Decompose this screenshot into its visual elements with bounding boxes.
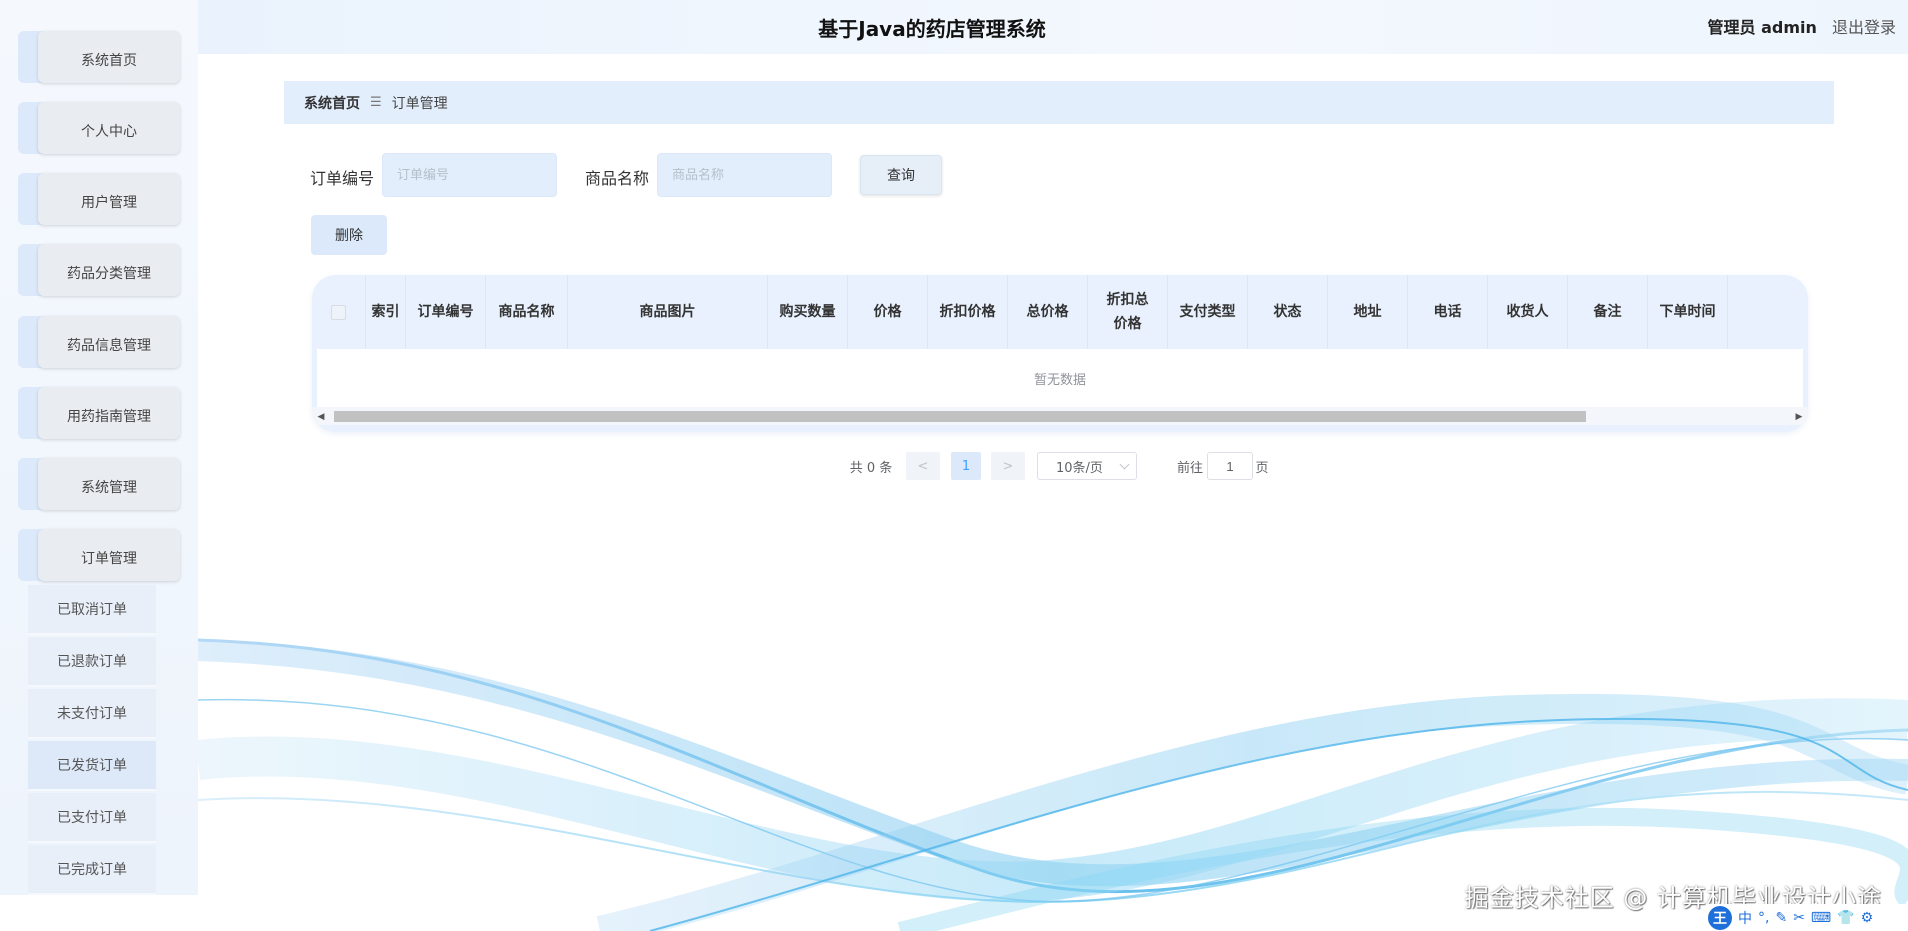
sidebar-item-label: 系统首页 xyxy=(38,31,180,83)
user-area: 管理员 admin 退出登录 xyxy=(1708,14,1896,38)
order-no-label: 订单编号 xyxy=(310,169,375,188)
column-header-order-no[interactable]: 订单编号 xyxy=(406,275,486,349)
sidebar-item-label: 用药指南管理 xyxy=(38,387,180,439)
app-title: 基于Java的药店管理系统 xyxy=(818,17,1046,41)
select-all-cell xyxy=(312,275,366,349)
page-number-current[interactable]: 1 xyxy=(951,452,981,480)
settings-icon[interactable]: ⚙ xyxy=(1861,910,1874,926)
goto-label: 前往 xyxy=(1176,460,1203,476)
query-button[interactable]: 查询 xyxy=(860,155,942,195)
shirt-icon[interactable]: 👕 xyxy=(1837,910,1854,926)
page-suffix: 页 xyxy=(1255,460,1269,476)
sidebar-item-label: 订单管理 xyxy=(38,529,180,581)
column-header-order-time[interactable]: 下单时间 xyxy=(1648,275,1728,349)
logout-link[interactable]: 退出登录 xyxy=(1832,18,1896,37)
column-header-product-name[interactable]: 商品名称 xyxy=(486,275,568,349)
scroll-left-icon[interactable]: ◀ xyxy=(314,407,328,425)
column-header-remark[interactable]: 备注 xyxy=(1568,275,1648,349)
sidebar-item-label: 系统管理 xyxy=(38,458,180,510)
breadcrumb-separator-icon: ☰ xyxy=(370,95,382,110)
orders-table: 索引 订单编号 商品名称 商品图片 购买数量 价格 折扣价格 总价格 折扣总价格… xyxy=(312,275,1808,432)
column-header-product-image[interactable]: 商品图片 xyxy=(568,275,768,349)
breadcrumb-home[interactable]: 系统首页 xyxy=(304,93,360,113)
pen-icon[interactable]: ✎ xyxy=(1775,910,1787,926)
sidebar-item-orders[interactable]: 订单管理 xyxy=(18,529,180,581)
column-header-receiver[interactable]: 收货人 xyxy=(1488,275,1568,349)
ime-mode-toggle[interactable]: 中 xyxy=(1738,908,1752,928)
column-header-total-price[interactable]: 总价格 xyxy=(1008,275,1088,349)
delete-button[interactable]: 删除 xyxy=(311,215,387,255)
pagination-total: 共 0 条 xyxy=(849,460,893,476)
scissors-icon[interactable]: ✂ xyxy=(1793,910,1805,926)
sidebar-item-user-management[interactable]: 用户管理 xyxy=(18,173,180,225)
submenu-cancelled-orders[interactable]: 已取消订单 xyxy=(28,585,156,635)
breadcrumb: 系统首页 ☰ 订单管理 xyxy=(284,81,1834,124)
sidebar-item-medication-guide[interactable]: 用药指南管理 xyxy=(18,387,180,439)
keyboard-icon[interactable]: ⌨ xyxy=(1811,910,1831,926)
column-header-discount-price[interactable]: 折扣价格 xyxy=(928,275,1008,349)
submenu-unpaid-orders[interactable]: 未支付订单 xyxy=(28,689,156,739)
breadcrumb-current: 订单管理 xyxy=(391,95,448,112)
ime-toolbar: 王 中 °, ✎ ✂ ⌨ 👕 ⚙ xyxy=(1706,904,1908,931)
page-size-select[interactable]: 10条/页 xyxy=(1037,452,1137,480)
scroll-right-icon[interactable]: ▶ xyxy=(1792,407,1806,425)
page-size-value: 10条/页 xyxy=(1056,460,1103,476)
column-header-price[interactable]: 价格 xyxy=(848,275,928,349)
sidebar-item-label: 药品分类管理 xyxy=(38,244,180,296)
sidebar-item-personal-center[interactable]: 个人中心 xyxy=(18,102,180,154)
order-no-input[interactable] xyxy=(382,153,557,197)
sidebar: 系统首页 个人中心 用户管理 药品分类管理 药品信息管理 用药指南管理 系统管理… xyxy=(0,0,198,895)
table-body: 暂无数据 xyxy=(317,349,1803,407)
punctuation-icon[interactable]: °, xyxy=(1758,910,1769,926)
submenu-shipped-orders[interactable]: 已发货订单 xyxy=(28,741,156,791)
ime-logo[interactable]: 王 xyxy=(1708,905,1732,930)
column-header-discount-total[interactable]: 折扣总价格 xyxy=(1088,275,1168,349)
sidebar-item-drug-info[interactable]: 药品信息管理 xyxy=(18,316,180,368)
scrollbar-thumb[interactable] xyxy=(334,411,1586,422)
empty-placeholder: 暂无数据 xyxy=(1033,372,1086,388)
goto-page-input[interactable] xyxy=(1207,452,1253,480)
table-header: 索引 订单编号 商品名称 商品图片 购买数量 价格 折扣价格 总价格 折扣总价格… xyxy=(312,275,1808,349)
submenu-completed-orders[interactable]: 已完成订单 xyxy=(28,845,156,895)
sidebar-item-system[interactable]: 系统管理 xyxy=(18,458,180,510)
sidebar-item-label: 药品信息管理 xyxy=(38,316,180,368)
column-header-quantity[interactable]: 购买数量 xyxy=(768,275,848,349)
sidebar-item-drug-category[interactable]: 药品分类管理 xyxy=(18,244,180,296)
column-header-phone[interactable]: 电话 xyxy=(1408,275,1488,349)
prev-page-button[interactable]: < xyxy=(906,452,940,480)
next-page-button[interactable]: > xyxy=(991,452,1025,480)
submenu-paid-orders[interactable]: 已支付订单 xyxy=(28,793,156,843)
chevron-down-icon xyxy=(1119,459,1130,470)
column-header-index[interactable]: 索引 xyxy=(366,275,406,349)
top-header: 基于Java的药店管理系统 管理员 admin 退出登录 xyxy=(198,0,1908,54)
horizontal-scrollbar[interactable]: ◀ ▶ xyxy=(312,407,1808,425)
current-user-label: 管理员 admin xyxy=(1707,18,1817,37)
sidebar-item-label: 个人中心 xyxy=(38,102,180,154)
column-header-address[interactable]: 地址 xyxy=(1328,275,1408,349)
submenu-refunded-orders[interactable]: 已退款订单 xyxy=(28,637,156,687)
sidebar-item-label: 用户管理 xyxy=(38,173,180,225)
product-name-label: 商品名称 xyxy=(585,169,650,188)
product-name-input[interactable] xyxy=(657,153,832,197)
column-header-payment-type[interactable]: 支付类型 xyxy=(1168,275,1248,349)
sidebar-item-home[interactable]: 系统首页 xyxy=(18,31,180,83)
select-all-checkbox[interactable] xyxy=(331,304,346,320)
column-header-status[interactable]: 状态 xyxy=(1248,275,1328,349)
